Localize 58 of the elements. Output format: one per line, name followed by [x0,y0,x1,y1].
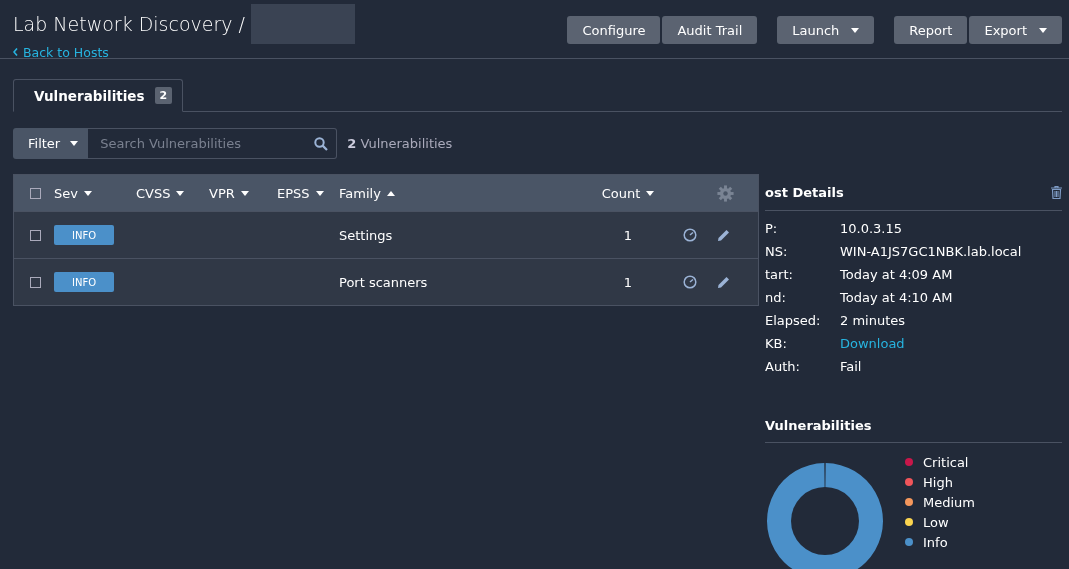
column-header[interactable]: EPSS [277,185,310,201]
field-value: Today at 4:09 AM [840,267,954,282]
filter-button[interactable]: Filter [13,128,89,159]
toolbar-button[interactable]: Configure [567,16,661,44]
field-label: nd: [765,290,787,305]
count-cell-text: 1 [622,227,634,243]
family-cell-text: Settings [339,227,394,243]
pencil-icon[interactable] [717,275,730,289]
family-cell-text: Port scanners [339,274,429,290]
pencil-icon[interactable] [717,228,730,242]
field-value: WIN-A1JS7GC1NBK.lab.local [840,244,1023,259]
field-label: tart: [765,267,794,282]
caret-down-icon [70,141,79,146]
legend-label: High [923,474,953,490]
result-count: 2 Vulnerabilities [347,136,453,151]
search-box[interactable]: Search Vulnerabilities [88,128,338,159]
field-label: KB: [765,336,788,351]
clock-icon[interactable] [683,275,697,289]
field-label: Elapsed: [765,313,822,328]
select-all-checkbox[interactable] [30,187,41,199]
field-label: P: [765,221,779,236]
row-checkbox[interactable] [30,276,41,288]
clock-icon[interactable] [683,228,697,242]
search-field[interactable]: Search Vulnerabilities [98,135,311,152]
search-icon [314,136,329,151]
panel-title: ost Details [765,184,844,200]
field-value: Today at 4:10 AM [840,290,954,305]
severity-badge: INFO [54,272,114,292]
chevron-left-icon [13,48,18,56]
legend-label: Critical [923,454,969,470]
column-header[interactable]: Count [601,185,641,201]
chart-title: Vulnerabilities [765,418,872,433]
toolbar-button[interactable]: Audit Trail [662,16,758,44]
field-value: 10.0.3.15 [840,221,904,236]
toolbar-button[interactable]: Export [969,16,1062,44]
toolbar-button[interactable]: Launch [777,16,875,44]
field-value: 2 minutes [840,313,907,328]
field-label: Auth: [765,359,801,374]
column-header[interactable]: CVSS [136,185,171,201]
page-title: Lab Network Discovery / [13,13,245,35]
column-header[interactable]: Sev [54,185,78,201]
field-label: NS: [765,244,789,259]
back-link[interactable]: Back to Hosts [13,44,109,60]
legend-label: Low [923,514,949,530]
count-badge: 2 [154,87,173,104]
donut-hole [791,487,859,555]
count-cell-text: 1 [622,274,634,290]
legend-label: Medium [923,494,975,510]
column-header[interactable]: Family [339,185,381,201]
toolbar-button[interactable]: Report [894,16,968,44]
trash-icon[interactable] [1051,185,1062,199]
tab[interactable]: Vulnerabilities 2 [13,79,184,112]
severity-badge: INFO [54,225,114,245]
field-value: Fail [840,359,863,374]
download-link[interactable]: Download [840,336,905,351]
legend-label: Info [923,534,948,550]
column-header[interactable]: VPR [209,185,235,201]
row-checkbox[interactable] [30,229,41,241]
